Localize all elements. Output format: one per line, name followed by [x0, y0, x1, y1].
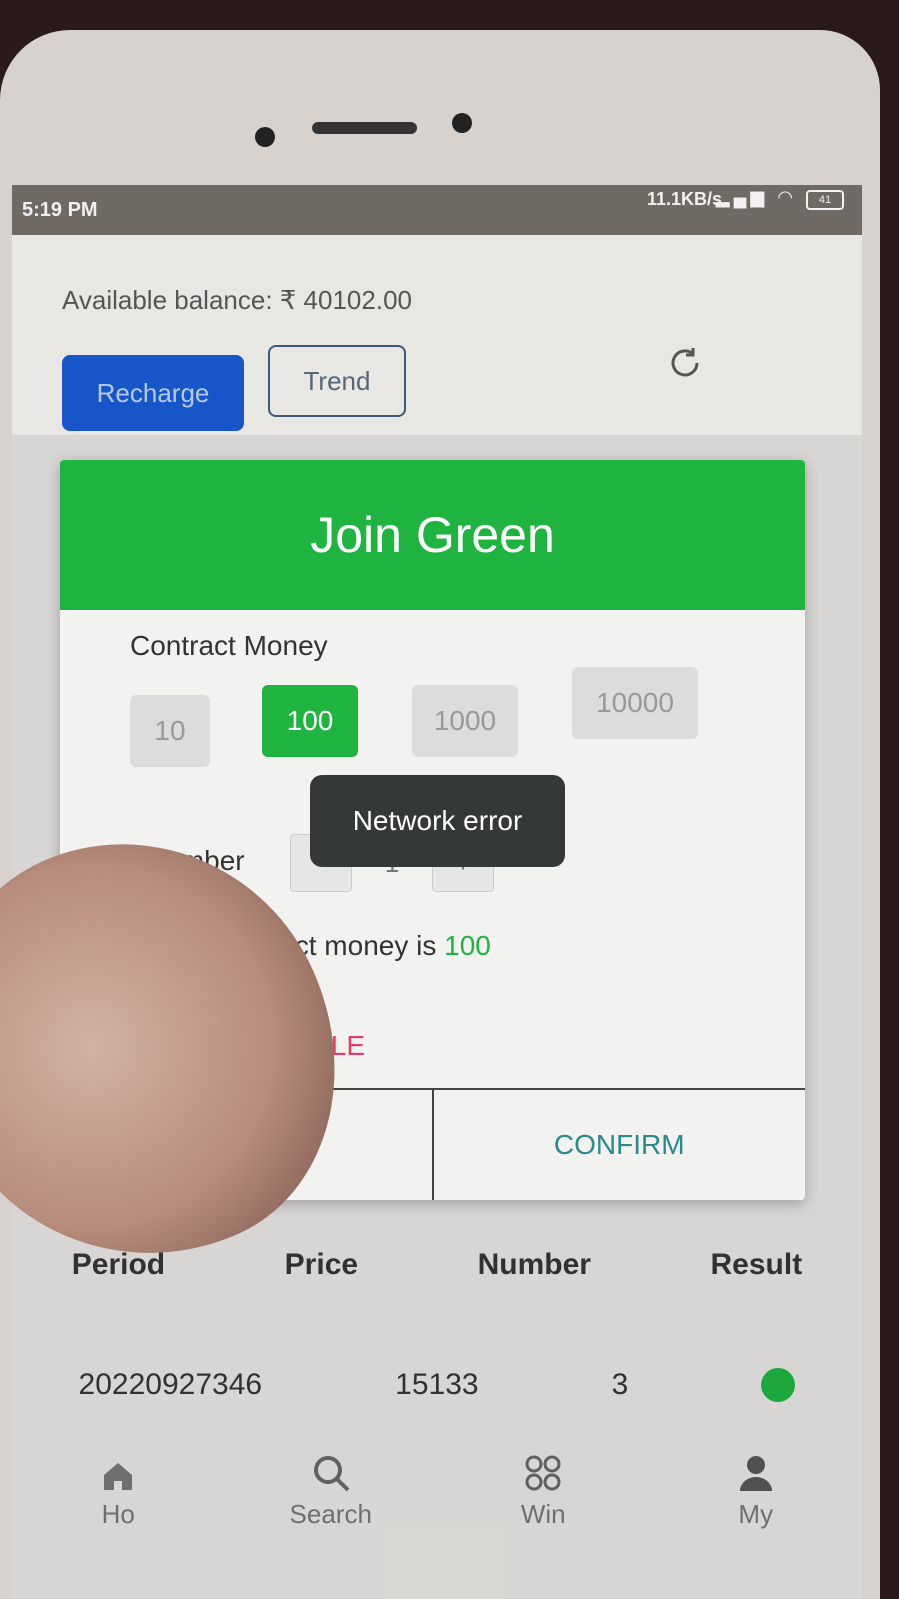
status-time: 5:19 PM — [22, 199, 98, 221]
status-bar: 5:19 PM 11.1KB/s ▂▄▆ ◠ 41 — [12, 185, 862, 235]
amount-option-10000[interactable]: 10000 — [572, 667, 698, 739]
available-balance: Available balance: ₹ 40102.00 — [62, 285, 412, 315]
signal-icon: ▂▄▆ — [715, 187, 769, 207]
front-sensor — [255, 127, 275, 147]
confirm-button[interactable]: CONFIRM — [434, 1090, 806, 1200]
amount-option-100[interactable]: 100 — [262, 685, 358, 757]
front-camera — [452, 113, 472, 133]
trend-button[interactable]: Trend — [268, 345, 406, 417]
wifi-icon: ◠ — [777, 187, 797, 207]
contract-money-label: Contract Money — [130, 630, 328, 661]
network-speed: 11.1KB/s — [646, 189, 722, 209]
amount-option-1000[interactable]: 1000 — [412, 685, 518, 757]
status-icons: ▂▄▆ ◠ 41 — [716, 187, 844, 210]
recharge-button[interactable]: Recharge — [62, 355, 244, 431]
dialog-title: Join Green — [60, 460, 805, 610]
network-error-toast: Network error — [310, 775, 565, 867]
battery-icon: 41 — [806, 190, 844, 210]
amount-option-10[interactable]: 10 — [130, 695, 210, 767]
earpiece-speaker — [312, 122, 417, 134]
total-amount: 100 — [444, 930, 491, 961]
amount-options: 10 100 1000 10000 — [130, 667, 750, 775]
refresh-icon[interactable] — [667, 345, 703, 381]
